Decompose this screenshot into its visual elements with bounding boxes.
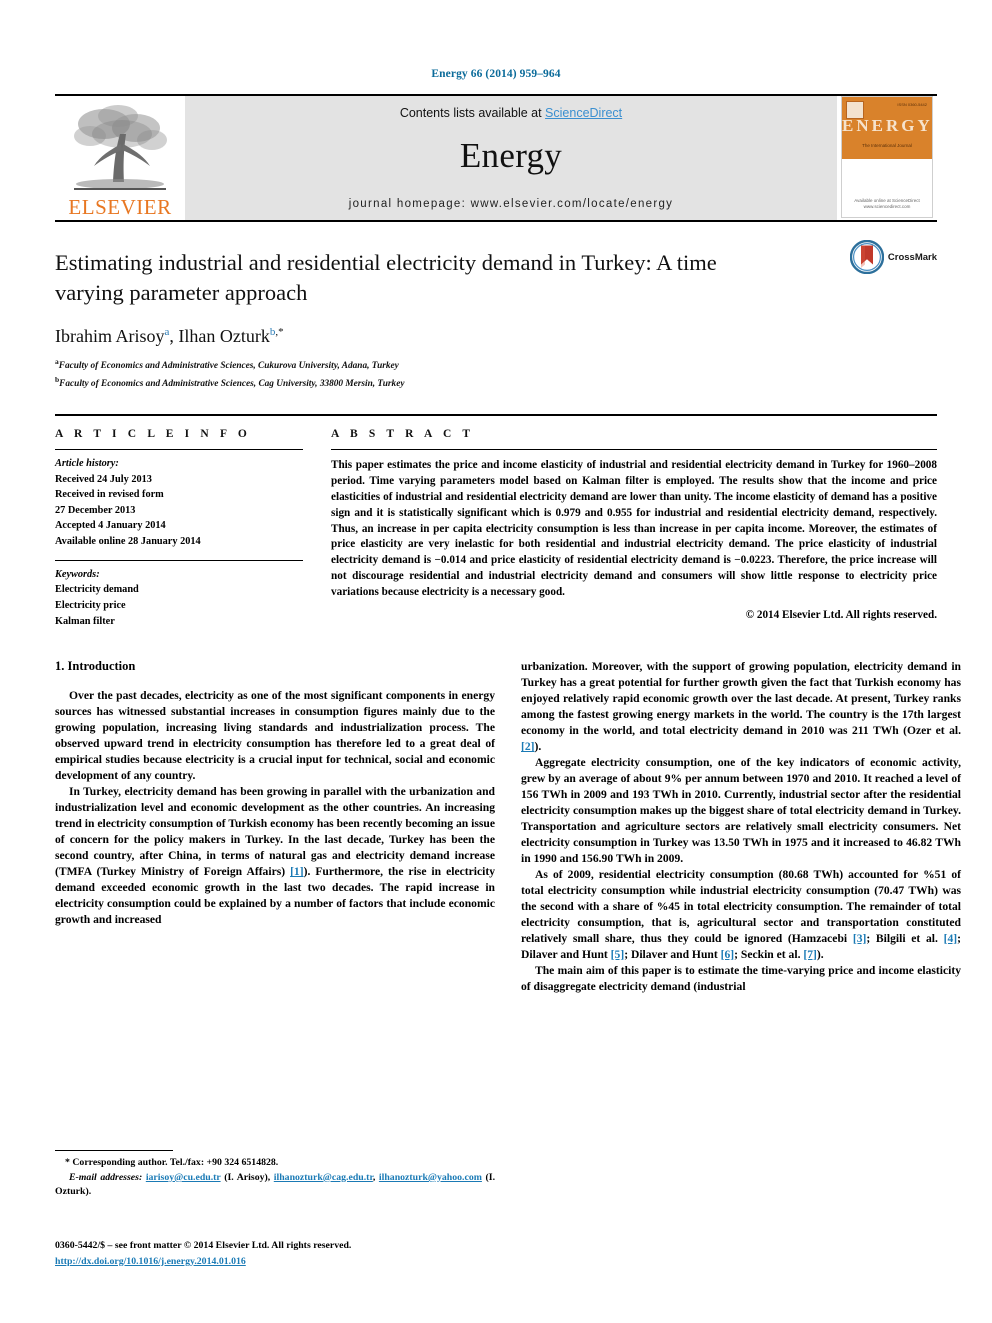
citation-ref-4[interactable]: [4] (944, 932, 958, 945)
cover-title: ENERGY (842, 116, 933, 135)
paragraph-part: ). (534, 740, 542, 754)
keywords-rule (55, 559, 303, 561)
citation-ref-7[interactable]: [7] (803, 948, 817, 961)
corresponding-author-marker[interactable]: ,* (275, 326, 283, 338)
author-name-2: Ilhan Ozturk (178, 325, 270, 346)
page-title: Estimating industrial and residential el… (55, 250, 717, 305)
corresponding-author-note: * Corresponding author. Tel./fax: +90 32… (55, 1156, 495, 1171)
history-item: Accepted 4 January 2014 (55, 520, 166, 532)
running-head: Energy 66 (2014) 959–964 (431, 68, 561, 80)
email-addresses-label: E-mail addresses: (69, 1171, 143, 1183)
paragraph-part: ; Bilgili et al. (866, 932, 944, 946)
keyword-item: Kalman filter (55, 615, 115, 627)
citation-ref-5[interactable]: [5] (611, 948, 625, 961)
abstract-column: A B S T R A C T This paper estimates the… (331, 428, 937, 629)
journal-homepage[interactable]: journal homepage: www.elsevier.com/locat… (349, 198, 674, 210)
keywords-block: Keywords: Electricity demand Electricity… (55, 567, 303, 630)
paragraph: urbanization. Moreover, with the support… (521, 659, 961, 755)
footnote-rule (55, 1150, 173, 1151)
paper-page: Energy 66 (2014) 959–964 ELSEVIER Conten… (0, 0, 992, 1323)
paragraph: In Turkey, electricity demand has been g… (55, 784, 495, 928)
citation-ref-6[interactable]: [6] (721, 948, 735, 961)
affiliation-b-text: Faculty of Economics and Administrative … (59, 378, 405, 389)
paragraph: As of 2009, residential electricity cons… (521, 867, 961, 963)
imprint-line: 0360-5442/$ – see front matter © 2014 El… (55, 1240, 352, 1251)
affiliation-b: bFaculty of Economics and Administrative… (55, 374, 937, 392)
paragraph-part: ; Seckin et al. (734, 948, 804, 962)
author-list: Ibrahim Arisoya, Ilhan Ozturkb,* (55, 325, 284, 346)
journal-title: Energy (459, 136, 563, 175)
journal-cover-thumbnail: ISSN 0360-5442 ENERGY The International … (841, 96, 933, 218)
paragraph-part: urbanization. Moreover, with the support… (521, 660, 961, 738)
paragraph: Aggregate electricity consumption, one o… (521, 756, 961, 866)
section-heading-introduction: 1. Introduction (55, 659, 136, 674)
article-info-column: A R T I C L E I N F O Article history: R… (55, 428, 303, 629)
article-history: Article history: Received 24 July 2013 R… (55, 450, 303, 550)
cover-footer: Available online at ScienceDirect www.sc… (854, 197, 920, 210)
contents-prefix: Contents lists available at (399, 106, 546, 120)
history-item: Received 24 July 2013 (55, 473, 152, 485)
crossmark-label: CrossMark (887, 251, 937, 263)
title-block: Estimating industrial and residential el… (55, 220, 937, 392)
body-column-left: 1. Introduction Over the past decades, e… (55, 659, 495, 995)
email-link-1[interactable]: iarisoy@cu.edu.tr (146, 1172, 221, 1183)
history-item: Available online 28 January 2014 (55, 536, 201, 548)
elsevier-logo: ELSEVIER (55, 96, 185, 220)
paragraph: Over the past decades, electricity as on… (55, 689, 495, 783)
citation-ref-3[interactable]: [3] (853, 932, 867, 945)
abstract-heading: A B S T R A C T (331, 427, 475, 440)
journal-masthead: ELSEVIER Contents lists available at Sci… (55, 94, 937, 220)
elsevier-tree-icon (74, 105, 167, 190)
email-owner-1: (I. Arisoy) (224, 1171, 268, 1183)
keyword-item: Electricity demand (55, 584, 139, 596)
abstract-copyright: © 2014 Elsevier Ltd. All rights reserved… (745, 609, 937, 622)
cover-subtitle: The International Journal (862, 143, 912, 148)
info-abstract-block: A R T I C L E I N F O Article history: R… (55, 413, 937, 629)
paragraph-part: ; Dilaver and Hunt (624, 948, 721, 962)
contents-available-line: Contents lists available at ScienceDirec… (400, 106, 622, 120)
author-name-1: Ibrahim Arisoy (55, 325, 165, 346)
article-info-heading: A R T I C L E I N F O (55, 427, 251, 440)
citation-ref-1[interactable]: [1] (290, 865, 304, 878)
citation-ref-2[interactable]: [2] (521, 740, 535, 753)
affiliation-a-text: Faculty of Economics and Administrative … (58, 360, 399, 371)
crossmark-badge[interactable]: CrossMark (849, 240, 937, 274)
paragraph-part: ). (816, 948, 824, 962)
email-addresses-note: E-mail addresses: iarisoy@cu.edu.tr (I. … (55, 1171, 496, 1198)
journal-cover-block: ISSN 0360-5442 ENERGY The International … (837, 96, 937, 220)
body-columns: 1. Introduction Over the past decades, e… (55, 659, 961, 995)
body-column-right: urbanization. Moreover, with the support… (521, 659, 961, 995)
elsevier-wordmark: ELSEVIER (68, 195, 172, 219)
footnote-block: * Corresponding author. Tel./fax: +90 32… (55, 1150, 495, 1200)
cover-issn: ISSN 0360-5442 (897, 102, 927, 107)
keyword-item: Electricity price (55, 600, 126, 612)
history-item: Received in revised form (55, 489, 164, 501)
paragraph: The main aim of this paper is to estimat… (521, 964, 961, 993)
affiliation-a: aFaculty of Economics and Administrative… (55, 356, 937, 374)
masthead-center: Contents lists available at ScienceDirec… (185, 96, 837, 220)
email-link-3[interactable]: ilhanozturk@yahoo.com (379, 1172, 482, 1183)
crossmark-icon (849, 240, 884, 274)
keywords-label: Keywords: (55, 568, 100, 580)
email-link-2[interactable]: ilhanozturk@cag.edu.tr (274, 1172, 373, 1183)
affiliations: aFaculty of Economics and Administrative… (55, 356, 937, 392)
article-history-label: Article history: (55, 457, 119, 469)
abstract-text: This paper estimates the price and incom… (331, 458, 937, 599)
history-item: 27 December 2013 (55, 504, 136, 516)
imprint-block: 0360-5442/$ – see front matter © 2014 El… (55, 1238, 515, 1269)
sciencedirect-link[interactable]: ScienceDirect (545, 106, 622, 120)
corresponding-author-text: * Corresponding author. Tel./fax: +90 32… (65, 1157, 279, 1168)
doi-link[interactable]: http://dx.doi.org/10.1016/j.energy.2014.… (55, 1256, 246, 1267)
